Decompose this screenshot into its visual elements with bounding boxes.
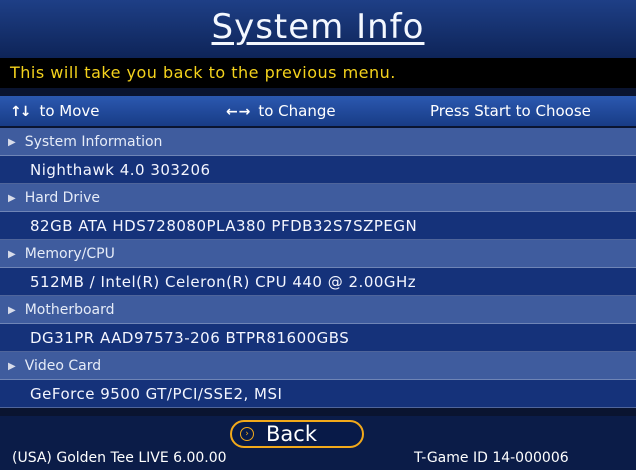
choose-help: Press Start to Choose <box>430 102 591 120</box>
left-right-arrows-icon: ← → <box>226 104 250 120</box>
section-header-video-card[interactable]: ▶ Video Card <box>0 352 636 380</box>
triangle-right-icon: ▶ <box>8 137 16 148</box>
back-button[interactable]: › Back <box>230 420 364 448</box>
section-header-hard-drive[interactable]: ▶ Hard Drive <box>0 184 636 212</box>
section-header-memory-cpu[interactable]: ▶ Memory/CPU <box>0 240 636 268</box>
back-button-label: Back <box>266 422 317 446</box>
section-value-motherboard: DG31PR AAD97573-206 BTPR81600GBS <box>0 324 636 352</box>
triangle-right-icon: ▶ <box>8 249 16 260</box>
section-header-label: Motherboard <box>24 302 115 318</box>
up-down-arrows-icon: ↑↓ <box>10 104 32 120</box>
section-value-hard-drive: 82GB ATA HDS728080PLA380 PFDB32S7SZPEGN <box>0 212 636 240</box>
change-help-label: to Change <box>258 102 336 120</box>
triangle-right-icon: ▶ <box>8 193 16 204</box>
message-text: This will take you back to the previous … <box>10 63 396 82</box>
section-header-motherboard[interactable]: ▶ Motherboard <box>0 296 636 324</box>
system-info-list: ▶ System Information Nighthawk 4.0 303206… <box>0 128 636 408</box>
section-header-label: Video Card <box>24 358 102 374</box>
move-help: ↑↓ to Move <box>10 96 100 127</box>
section-header-label: Hard Drive <box>24 190 100 206</box>
section-header-label: System Information <box>24 134 163 150</box>
section-value-video-card: GeForce 9500 GT/PCI/SSE2, MSI <box>0 380 636 408</box>
section-value-memory-cpu: 512MB / Intel(R) Celeron(R) CPU 440 @ 2.… <box>0 268 636 296</box>
triangle-right-icon: ▶ <box>8 305 16 316</box>
bottom-bar: › Back (USA) Golden Tee LIVE 6.00.00 T-G… <box>0 416 636 470</box>
chevron-right-icon: › <box>240 427 254 441</box>
game-id: T-Game ID 14-000006 <box>414 450 569 466</box>
help-bar: ↑↓ to Move ← → to Change Press Start to Ch… <box>0 96 636 126</box>
message-bar: This will take you back to the previous … <box>0 58 636 88</box>
triangle-right-icon: ▶ <box>8 361 16 372</box>
section-header-label: Memory/CPU <box>24 246 115 262</box>
change-help: ← → to Change <box>226 96 336 127</box>
page-title: System Info <box>211 7 425 47</box>
section-header-system-information[interactable]: ▶ System Information <box>0 128 636 156</box>
title-bar: System Info <box>0 0 636 58</box>
section-value-system-information: Nighthawk 4.0 303206 <box>0 156 636 184</box>
game-version: (USA) Golden Tee LIVE 6.00.00 <box>12 450 227 466</box>
move-help-label: to Move <box>39 102 100 120</box>
